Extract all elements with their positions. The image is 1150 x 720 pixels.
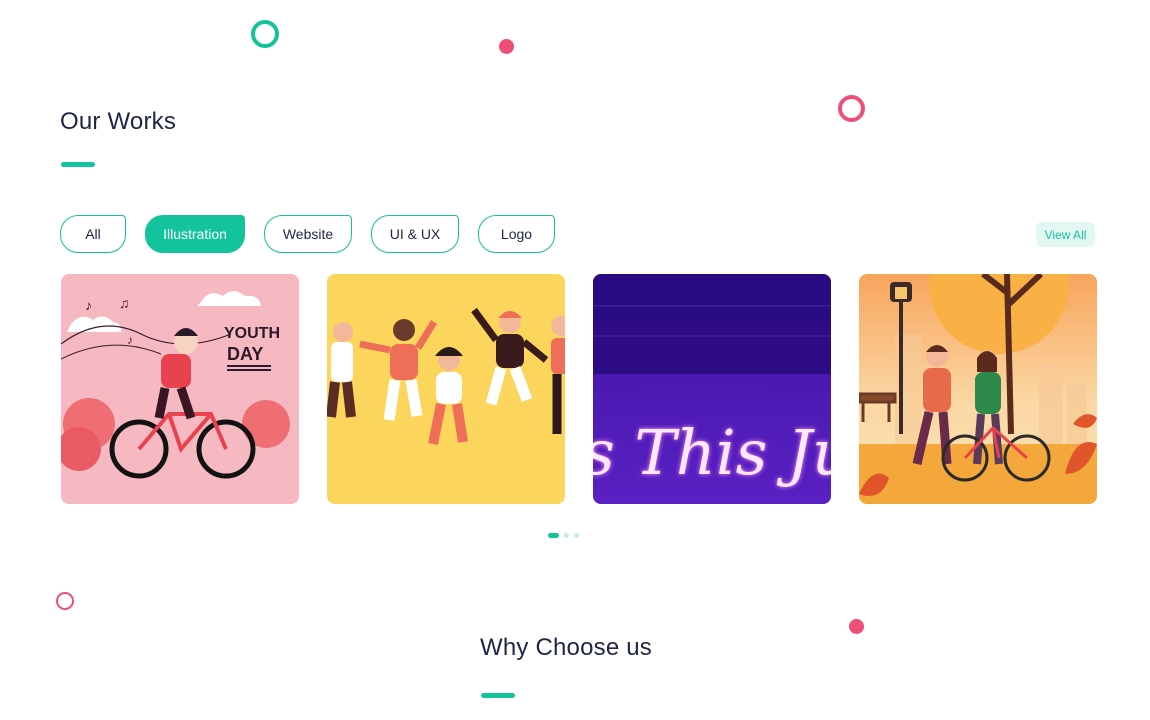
jumping-friends-illustration <box>327 274 565 504</box>
decorative-ring-pink-small <box>56 592 74 610</box>
youth-day-illustration: ♪ ♫ ♪ YOUTH DAY <box>61 274 299 504</box>
our-works-underline <box>61 162 95 167</box>
why-choose-us-title: Why Choose us <box>480 634 653 661</box>
svg-text:♫: ♫ <box>119 295 130 311</box>
neon-text: s This Just <box>593 416 831 489</box>
carousel-pagination <box>548 533 579 538</box>
view-all-button[interactable]: View All <box>1036 222 1095 247</box>
decorative-dot-pink-lower <box>849 619 864 634</box>
filter-all[interactable]: All <box>60 215 126 253</box>
decorative-ring-pink <box>838 95 865 122</box>
filter-illustration[interactable]: Illustration <box>145 215 245 253</box>
carousel-dot-2[interactable] <box>564 533 569 538</box>
carousel-dot-1[interactable] <box>548 533 559 538</box>
carousel-dot-3[interactable] <box>574 533 579 538</box>
decorative-dot-pink <box>499 39 514 54</box>
filter-tabs: All Illustration Website UI & UX Logo <box>60 215 555 255</box>
work-card-youth-day[interactable]: ♪ ♫ ♪ YOUTH DAY <box>61 274 299 504</box>
work-card-neon-sign[interactable]: s This Just s This Just <box>593 274 831 504</box>
filter-logo[interactable]: Logo <box>478 215 555 253</box>
filter-ui-ux[interactable]: UI & UX <box>371 215 459 253</box>
card-day-text: DAY <box>227 344 263 364</box>
our-works-title: Our Works <box>60 108 177 135</box>
why-choose-us-underline <box>481 693 515 698</box>
works-carousel: ♪ ♫ ♪ YOUTH DAY This J This J <box>61 274 1097 504</box>
neon-sign-photo: s This Just s This Just <box>593 274 831 504</box>
work-card-jumping-friends[interactable] <box>327 274 565 504</box>
autumn-park-illustration <box>859 274 1097 504</box>
filter-website[interactable]: Website <box>264 215 352 253</box>
svg-text:♪: ♪ <box>127 333 133 347</box>
card-youth-text: YOUTH <box>224 325 280 342</box>
decorative-ring-green <box>251 20 279 48</box>
work-card-autumn-park[interactable] <box>859 274 1097 504</box>
svg-text:♪: ♪ <box>85 297 92 313</box>
